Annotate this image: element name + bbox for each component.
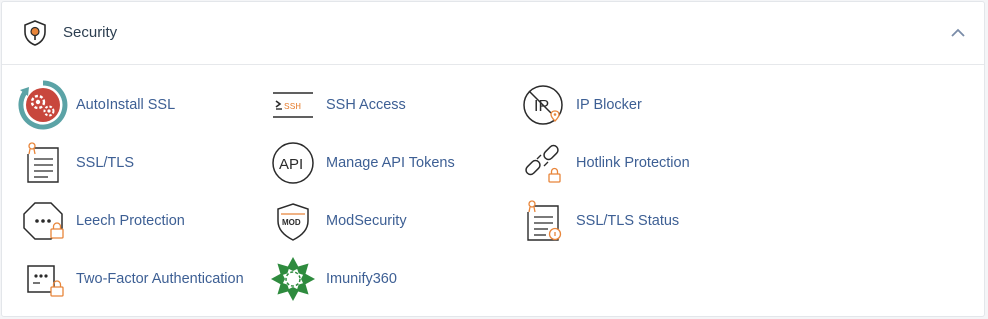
ssl-tls-status-link[interactable]: SSL/TLS Status: [518, 196, 738, 246]
mod-shield-icon: MOD: [268, 196, 318, 246]
mod-icon-text: MOD: [282, 218, 301, 227]
item-label: IP Blocker: [576, 97, 642, 113]
ip-icon-text: IP: [534, 98, 549, 115]
two-factor-icon: [18, 254, 68, 304]
modsecurity-link[interactable]: MOD ModSecurity: [268, 196, 488, 246]
item-label: AutoInstall SSL: [76, 97, 176, 113]
certificate-status-icon: [518, 196, 568, 246]
imunify360-icon: [268, 254, 318, 304]
ssh-icon-text: SSH: [284, 101, 301, 112]
certificate-icon: [18, 138, 68, 188]
item-label: SSL/TLS: [76, 155, 135, 171]
broken-link-lock-icon: [518, 138, 568, 188]
ip-blocker-icon: IP: [518, 80, 568, 130]
api-token-icon: API: [268, 138, 318, 188]
item-label: Two-Factor Authentication: [76, 271, 244, 287]
ssh-terminal-icon: SSH: [268, 80, 318, 130]
shield-lock-icon: [21, 19, 49, 47]
leech-protection-link[interactable]: Leech Protection: [18, 196, 238, 246]
ssl-tls-link[interactable]: SSL/TLS: [18, 138, 238, 188]
chevron-up-icon[interactable]: [946, 21, 970, 45]
imunify360-link[interactable]: Imunify360: [268, 254, 468, 304]
item-label: Imunify360: [326, 271, 397, 287]
security-panel: Security AutoInstall SSL SSH SSH Access …: [1, 1, 985, 317]
password-lock-icon: [18, 196, 68, 246]
security-panel-header[interactable]: Security: [2, 2, 984, 65]
item-label: Leech Protection: [76, 213, 185, 229]
autoinstall-ssl-link[interactable]: AutoInstall SSL: [18, 80, 238, 130]
item-label: ModSecurity: [326, 213, 407, 229]
item-label: Manage API Tokens: [326, 155, 455, 171]
two-factor-authentication-link[interactable]: Two-Factor Authentication: [18, 254, 258, 304]
item-label: Hotlink Protection: [576, 155, 690, 171]
ip-blocker-link[interactable]: IP IP Blocker: [518, 80, 718, 130]
manage-api-tokens-link[interactable]: API Manage API Tokens: [268, 138, 488, 188]
item-label: SSH Access: [326, 97, 406, 113]
section-title: Security: [63, 24, 118, 41]
ssh-access-link[interactable]: SSH SSH Access: [268, 80, 468, 130]
hotlink-protection-link[interactable]: Hotlink Protection: [518, 138, 738, 188]
item-label: SSL/TLS Status: [576, 213, 680, 229]
api-icon-text: API: [279, 156, 303, 173]
autoinstall-ssl-icon: [18, 80, 68, 130]
